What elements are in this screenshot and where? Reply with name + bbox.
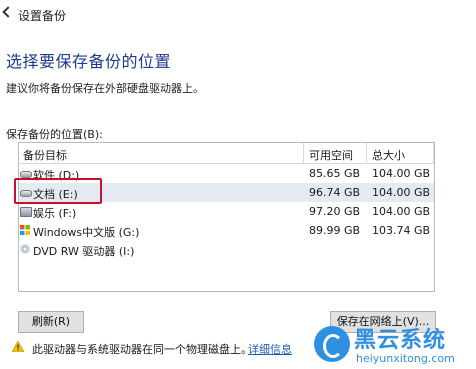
window-title: 设置备份 [18,9,67,23]
list-item[interactable]: DVD RW 驱动器 (I:) [19,240,434,259]
column-header-free[interactable]: 可用空间 [309,147,353,163]
warning-text: 此驱动器与系统驱动器在同一个物理磁盘上。 [32,343,252,356]
dvd-drive-icon [20,244,30,254]
warning-icon [12,341,24,352]
drive-name: 娱乐 (F:) [33,207,77,220]
drive-name: Windows中文版 (G:) [33,226,140,239]
watermark: 黑云系统 heiyunxitong.com [312,322,476,369]
watermark-url: heiyunxitong.com [356,352,455,365]
page-description: 建议你将备份保存在外部硬盘驱动器上。 [6,82,204,95]
column-header-target[interactable]: 备份目标 [23,147,67,163]
list-item[interactable]: 娱乐 (F:) 97.20 GB 104.00 GB [19,202,434,221]
backup-location-label: 保存备份的位置(B): [6,128,103,141]
drive-total-size: 103.74 GB [372,224,431,237]
drive-total-size: 104.00 GB [372,205,431,218]
drive-free-space: 85.65 GB [309,167,361,180]
warning-message: 此驱动器与系统驱动器在同一个物理磁盘上。 详细信息 [12,340,312,356]
drive-free-space: 97.20 GB [309,205,361,218]
column-divider [366,143,367,163]
drive-free-space: 96.74 GB [309,186,361,199]
title-bar: 设置备份 [0,0,476,26]
list-header: 备份目标 可用空间 总大小 [19,143,434,164]
back-arrow-icon[interactable] [2,6,10,18]
selection-highlight-box [14,178,102,204]
refresh-button[interactable]: 刷新(R) [18,311,84,333]
drive-free-space: 89.99 GB [309,224,361,237]
drive-icon [20,171,32,178]
windows-drive-icon [20,225,30,235]
drive-total-size: 104.00 GB [372,186,431,199]
page-heading: 选择要保存备份的位置 [6,52,172,71]
watermark-logo-icon [314,326,350,362]
column-header-total[interactable]: 总大小 [372,147,405,163]
column-divider [303,143,304,163]
drive-icon [20,207,32,217]
backup-target-list[interactable]: 备份目标 可用空间 总大小 软件 (D:) 85.65 GB 104.00 GB… [18,142,435,292]
column-divider [433,143,434,163]
watermark-name: 黑云系统 [354,328,447,353]
drive-total-size: 104.00 GB [372,167,431,180]
drive-name: DVD RW 驱动器 (I:) [33,245,135,258]
list-item[interactable]: Windows中文版 (G:) 89.99 GB 103.74 GB [19,221,434,240]
details-link[interactable]: 详细信息 [248,341,292,357]
